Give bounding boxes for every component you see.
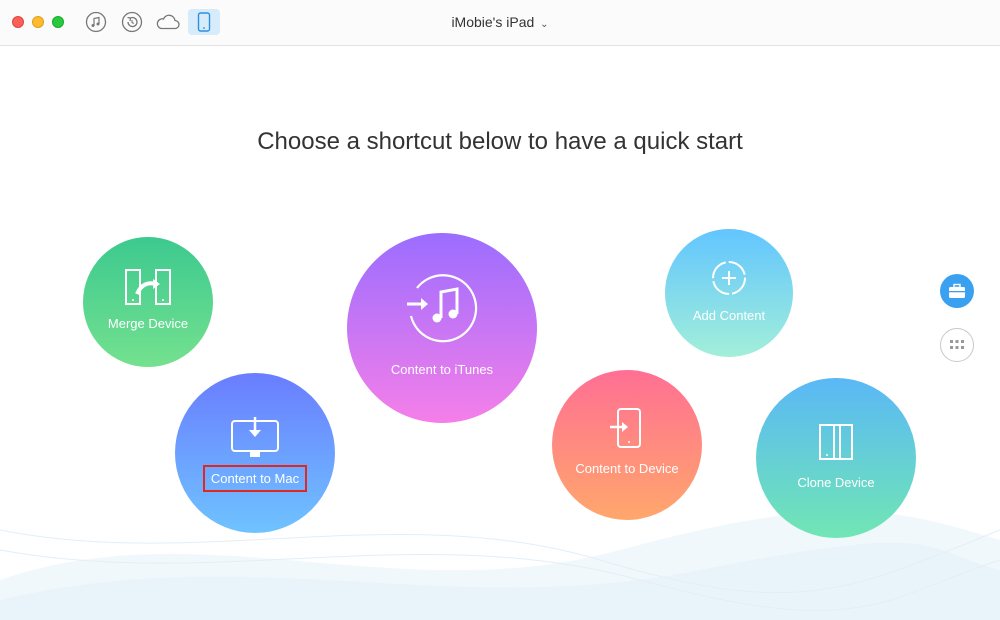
- device-selector: iMobie's iPad ⌄: [0, 14, 1000, 30]
- add-content-button[interactable]: Add Content: [665, 229, 793, 357]
- chevron-down-icon[interactable]: ⌄: [540, 19, 548, 30]
- page-title: Choose a shortcut below to have a quick …: [257, 128, 743, 155]
- minimize-window-button[interactable]: [32, 16, 44, 28]
- content-to-mac-label: Content to Mac: [202, 464, 308, 492]
- itunes-transfer-icon: [407, 273, 478, 342]
- content-to-itunes-button[interactable]: Content to iTunes: [347, 233, 537, 423]
- title-bar: iMobie's iPad ⌄: [0, 0, 1000, 46]
- merge-device-label: Merge Device: [107, 315, 189, 331]
- clone-device-icon: [819, 423, 853, 460]
- maximize-window-button[interactable]: [52, 16, 64, 28]
- computer-download-icon: [231, 416, 279, 457]
- clone-device-label: Clone Device: [797, 474, 875, 490]
- content-to-device-button[interactable]: Content to Device: [552, 370, 702, 520]
- add-content-label: Add Content: [692, 307, 766, 323]
- device-import-icon: [610, 407, 641, 448]
- content-to-itunes-label: Content to iTunes: [390, 361, 494, 377]
- content-to-device-label: Content to Device: [575, 460, 679, 476]
- close-window-button[interactable]: [12, 16, 24, 28]
- content-to-mac-button[interactable]: Content to Mac: [175, 373, 335, 533]
- merge-device-icon: [125, 268, 171, 305]
- cloud-icon[interactable]: [154, 10, 182, 34]
- backup-restore-icon[interactable]: [120, 10, 144, 34]
- toolbox-icon: [949, 283, 965, 298]
- add-circle-icon: [712, 260, 746, 295]
- toolbox-button[interactable]: [940, 274, 974, 308]
- app-window: iMobie's iPad ⌄ Choose a shortcut below …: [0, 0, 1000, 620]
- clone-device-button[interactable]: Clone Device: [756, 378, 916, 538]
- apps-grid-icon: [950, 340, 964, 349]
- device-icon[interactable]: [188, 9, 220, 35]
- device-name[interactable]: iMobie's iPad: [451, 14, 534, 30]
- apps-button[interactable]: [940, 328, 974, 362]
- merge-device-button[interactable]: Merge Device: [83, 237, 213, 367]
- music-note-icon[interactable]: [84, 10, 108, 34]
